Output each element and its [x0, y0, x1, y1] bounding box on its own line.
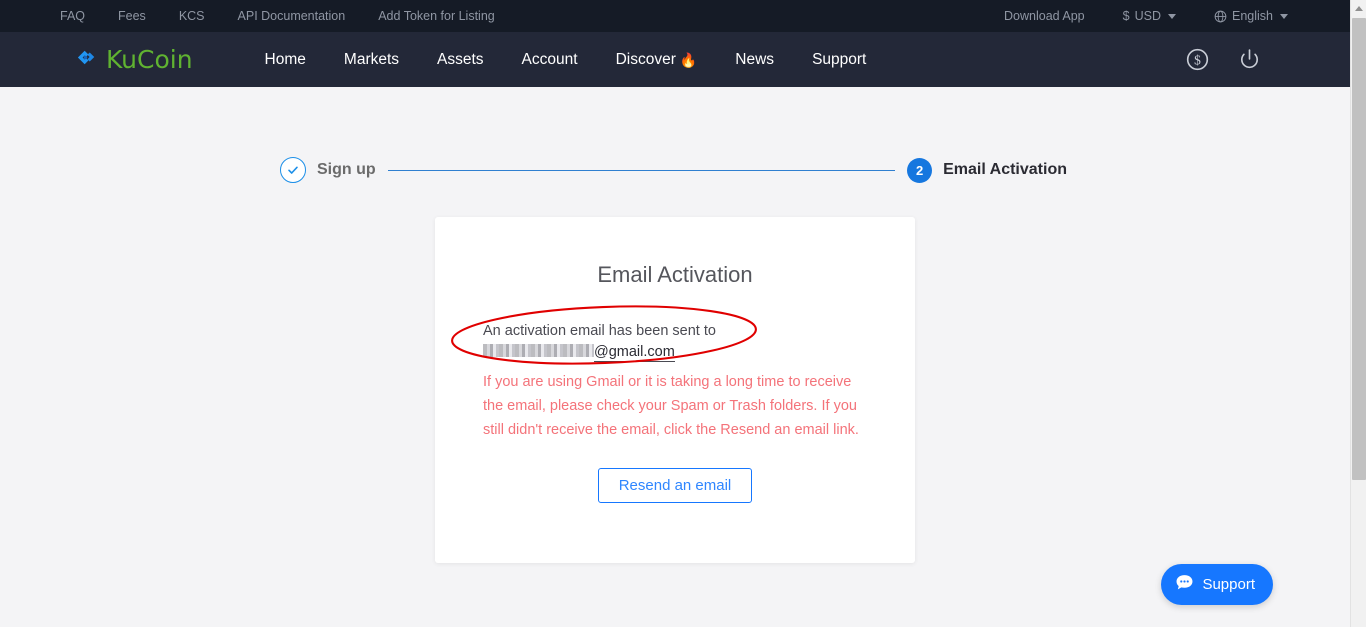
- recipient-email: @gmail.com: [483, 343, 867, 362]
- flame-icon: 🔥: [679, 51, 698, 68]
- nav-link-account[interactable]: Account: [522, 51, 578, 69]
- nav-link-markets[interactable]: Markets: [344, 51, 399, 69]
- language-selector[interactable]: English: [1214, 9, 1288, 23]
- kucoin-logo-text: KuCoin: [106, 45, 193, 74]
- nav-link-discover-label: Discover: [615, 50, 676, 68]
- step-sign-up-label: Sign up: [317, 161, 376, 178]
- step-email-activation-label: Email Activation: [943, 161, 1067, 178]
- topbar-link-api-documentation[interactable]: API Documentation: [238, 9, 346, 23]
- step-sign-up: Sign up: [280, 157, 376, 183]
- step-number-badge: 2: [907, 157, 933, 183]
- power-logout-icon[interactable]: [1237, 47, 1262, 72]
- kucoin-k-logo-icon: [72, 44, 99, 76]
- nav-link-markets-label: Markets: [343, 50, 400, 68]
- support-widget-label: Support: [1202, 576, 1255, 593]
- nav-link-assets-label: Assets: [437, 50, 484, 68]
- currency-label: USD: [1134, 9, 1161, 23]
- nav-links: Home Markets Assets Account Discover 🔥 N…: [265, 51, 905, 69]
- stepper-connector-line: [387, 169, 896, 171]
- nav-right-icons: $: [1185, 47, 1262, 72]
- topbar-right-group: Download App $ USD English: [966, 9, 1288, 23]
- topbar-link-fees[interactable]: Fees: [118, 9, 146, 23]
- chat-bubble-icon: [1175, 573, 1194, 596]
- activation-sent-text: An activation email has been sent to: [483, 323, 716, 339]
- svg-text:$: $: [1194, 53, 1201, 68]
- email-activation-card: Email Activation An activation email has…: [435, 217, 915, 563]
- topbar-link-kcs[interactable]: KCS: [179, 9, 205, 23]
- scroll-up-arrow-icon[interactable]: [1351, 0, 1366, 17]
- activation-sent-message: An activation email has been sent to @gm…: [435, 319, 915, 362]
- check-icon: [280, 157, 306, 183]
- topbar-link-faq[interactable]: FAQ: [60, 9, 85, 23]
- support-chat-widget[interactable]: Support: [1161, 564, 1273, 605]
- nav-link-news[interactable]: News: [735, 51, 774, 69]
- scrollbar-thumb[interactable]: [1352, 18, 1366, 480]
- nav-link-news-label: News: [735, 50, 775, 68]
- globe-icon: [1214, 10, 1227, 23]
- resend-email-button[interactable]: Resend an email: [597, 468, 753, 503]
- chevron-down-icon: [1168, 13, 1176, 19]
- nav-link-assets[interactable]: Assets: [437, 51, 484, 69]
- download-app-link[interactable]: Download App: [1004, 9, 1085, 23]
- currency-symbol: $: [1122, 9, 1130, 23]
- nav-link-support[interactable]: Support: [812, 51, 866, 69]
- step-email-activation: 2 Email Activation: [907, 157, 1067, 183]
- browser-page: FAQ Fees KCS API Documentation Add Token…: [0, 0, 1366, 627]
- scroll-up-triangle: [1355, 6, 1363, 11]
- main-navigation-bar: KuCoin Home Markets Assets Account Disco…: [0, 32, 1350, 87]
- currency-selector[interactable]: $ USD: [1123, 9, 1176, 23]
- language-label: English: [1232, 9, 1273, 23]
- dollar-circle-icon[interactable]: $: [1185, 47, 1210, 72]
- nav-link-home-label: Home: [264, 50, 306, 68]
- card-title: Email Activation: [597, 262, 753, 287]
- redacted-email-local-part: [483, 344, 594, 357]
- chevron-down-icon: [1280, 13, 1288, 19]
- topbar-link-add-token-for-listing[interactable]: Add Token for Listing: [378, 9, 495, 23]
- page-viewport: FAQ Fees KCS API Documentation Add Token…: [0, 0, 1350, 627]
- nav-link-support-label: Support: [812, 50, 867, 68]
- spam-folder-warning: If you are using Gmail or it is taking a…: [483, 374, 859, 438]
- signup-stepper: Sign up 2 Email Activation: [0, 157, 1350, 183]
- email-domain: @gmail.com: [594, 344, 675, 362]
- browser-scrollbar[interactable]: [1350, 0, 1366, 627]
- resend-button-container: Resend an email: [435, 468, 915, 503]
- kucoin-logo[interactable]: KuCoin: [72, 44, 193, 76]
- download-app-label: Download App: [1004, 9, 1085, 23]
- top-utility-bar: FAQ Fees KCS API Documentation Add Token…: [0, 0, 1350, 32]
- nav-link-home[interactable]: Home: [265, 51, 306, 69]
- nav-link-account-label: Account: [521, 50, 578, 68]
- nav-link-discover[interactable]: Discover 🔥: [616, 51, 698, 69]
- topbar-links: FAQ Fees KCS API Documentation Add Token…: [60, 9, 528, 23]
